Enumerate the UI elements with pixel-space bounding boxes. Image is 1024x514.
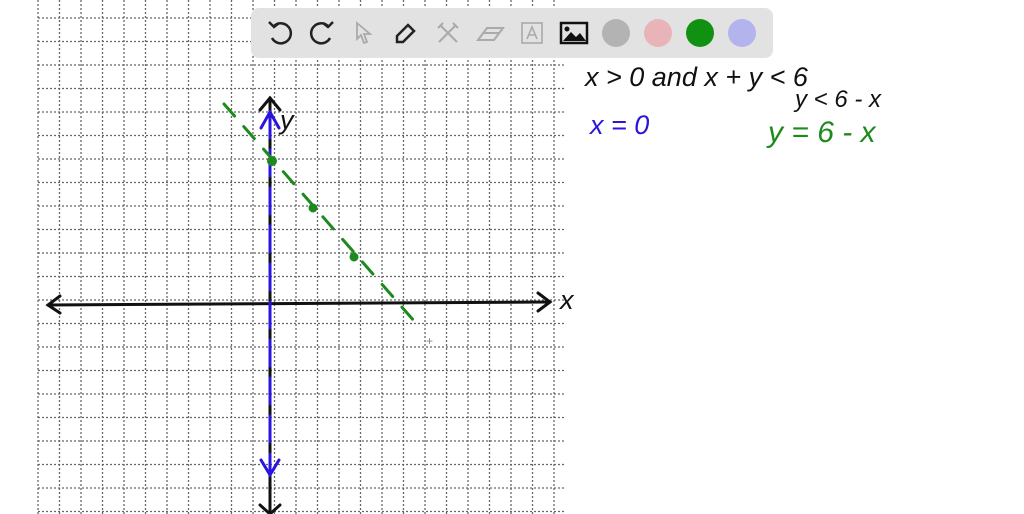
cursor-crosshair: + (426, 334, 433, 348)
text-tool[interactable] (511, 12, 553, 54)
image-tool[interactable] (553, 12, 595, 54)
redo-button[interactable] (301, 12, 343, 54)
redo-icon (309, 21, 334, 45)
inequality-statement: x > 0 and x + y < 6 (585, 62, 808, 92)
color-pink[interactable] (637, 12, 679, 54)
eraser-tool[interactable] (469, 12, 511, 54)
graph-paper-grid (37, 0, 566, 514)
pen-tool[interactable] (385, 12, 427, 54)
tools-button[interactable] (427, 12, 469, 54)
color-green-selected[interactable] (679, 12, 721, 54)
color-gray[interactable] (595, 12, 637, 54)
undo-button[interactable] (259, 12, 301, 54)
drawing-canvas[interactable]: + (0, 0, 1024, 514)
x-axis (45, 291, 553, 315)
pen-icon (395, 23, 416, 44)
drawing-toolbar (251, 8, 773, 58)
undo-icon (268, 21, 293, 45)
select-tool[interactable] (343, 12, 385, 54)
boundary-x-equals-0: x = 0 (590, 110, 650, 140)
eraser-icon (476, 27, 505, 41)
x-axis-label: x (560, 285, 574, 315)
y-axis-label: y (280, 105, 294, 135)
color-lavender[interactable] (721, 12, 763, 54)
select-icon (356, 21, 373, 45)
boundary-y-equals-6-minus-x: y = 6 - x (768, 116, 876, 149)
text-icon (521, 22, 543, 44)
image-icon (559, 21, 589, 45)
tools-icon (437, 22, 459, 43)
rewritten-inequality: y < 6 - x (795, 86, 882, 113)
